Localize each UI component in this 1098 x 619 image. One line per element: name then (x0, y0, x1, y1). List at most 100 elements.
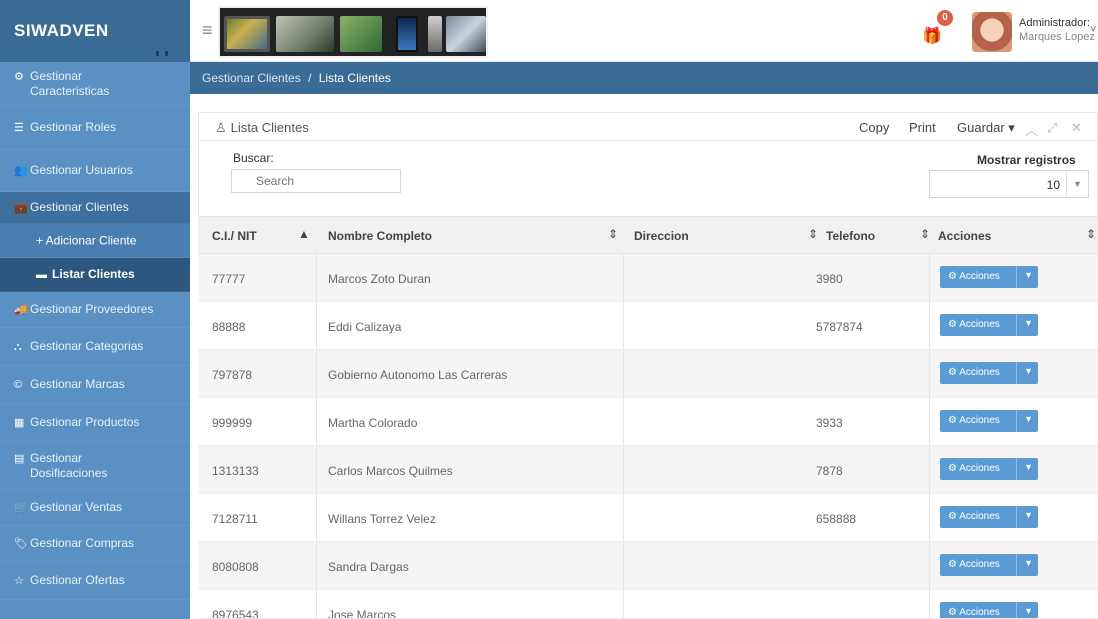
panel-title: ♙ Lista Clientes (215, 120, 309, 136)
acciones-button[interactable]: ⚙ Acciones ▼ (940, 602, 1038, 618)
column-header-direccion[interactable]: Direccion (634, 229, 689, 243)
acciones-label: Acciones (959, 607, 1000, 618)
cell-telefono: 658888 (816, 512, 857, 526)
guardar-dropdown[interactable]: Guardar ▾ (957, 120, 1015, 136)
table-row[interactable]: 77777 Marcos Zoto Duran 3980 ⚙ Acciones ▼ (198, 254, 1098, 302)
breadcrumb-bar: Gestionar Clientes / Lista Clientes (190, 62, 1098, 94)
column-header-acciones[interactable]: Acciones (938, 229, 991, 243)
file-icon: ▤ (14, 452, 25, 465)
gear-icon: ⚙ (948, 463, 960, 474)
user-role[interactable]: Administrador: (1019, 17, 1090, 29)
sidebar-item-usuarios[interactable]: 👥 Gestionar Usuarios (0, 150, 190, 192)
show-records-select[interactable]: 10 ▼ (929, 170, 1089, 198)
breadcrumb: Gestionar Clientes / Lista Clientes (202, 71, 391, 85)
avatar[interactable] (972, 12, 1012, 52)
notification-badge[interactable]: 0 (937, 10, 953, 26)
table-row[interactable]: 797878 Gobierno Autonomo Las Carreras ⚙ … (198, 350, 1098, 398)
sidebar-item-ofertas[interactable]: ☆ Gestionar Ofertas (0, 562, 190, 600)
caret-down-icon[interactable]: ▼ (1024, 366, 1033, 376)
sidebar-item-ventas[interactable]: 🛒 Gestionar Ventas (0, 490, 190, 526)
copy-button[interactable]: Copy (859, 120, 889, 135)
cell-nombre: Jose Marcos (328, 608, 397, 619)
acciones-button[interactable]: ⚙ Acciones ▼ (940, 362, 1038, 384)
sort-icon[interactable]: ⇕ (920, 227, 930, 241)
acciones-button[interactable]: ⚙ Acciones ▼ (940, 410, 1038, 432)
column-header-ci[interactable]: C.I./ NIT (212, 229, 257, 243)
expand-icon[interactable]: ⤢ (1047, 120, 1057, 136)
cell-telefono: 3933 (816, 416, 843, 430)
table-row[interactable]: 1313133 Carlos Marcos Quilmes 7878 ⚙ Acc… (198, 446, 1098, 494)
table-icon: ▬ (36, 268, 47, 281)
caret-down-icon[interactable]: ▼ (1024, 606, 1033, 616)
cell-ci: 88888 (212, 320, 246, 334)
acciones-button[interactable]: ⚙ Acciones ▼ (940, 506, 1038, 528)
sidebar-item-label: Gestionar Ofertas (30, 572, 125, 587)
menu-toggle-icon[interactable]: ≡ (202, 20, 213, 41)
sidebar-item-dosificaciones[interactable]: ▤ Gestionar Dosificaciones (0, 442, 190, 490)
sidebar-item-adicionar-cliente[interactable]: + Adicionar Cliente (0, 224, 190, 258)
sort-asc-icon[interactable]: ▲ (298, 227, 310, 241)
search-input[interactable] (231, 169, 401, 193)
sort-icon[interactable]: ⇕ (1086, 227, 1096, 241)
gear-icon: ⚙ (948, 271, 960, 282)
cell-ci: 7128711 (212, 512, 258, 526)
sidebar-item-proveedores[interactable]: 🚚 Gestionar Proveedores (0, 292, 190, 328)
sort-icon[interactable]: ⇕ (808, 227, 818, 241)
cell-nombre: Gobierno Autonomo Las Carreras (328, 368, 508, 382)
breadcrumb-parent[interactable]: Gestionar Clientes (202, 71, 301, 85)
acciones-button[interactable]: ⚙ Acciones ▼ (940, 314, 1038, 336)
table-row[interactable]: 999999 Martha Colorado 3933 ⚙ Acciones ▼ (198, 398, 1098, 446)
caret-down-icon[interactable]: ▼ (1024, 270, 1033, 280)
caret-down-icon[interactable]: ▼ (1024, 462, 1033, 472)
star-icon: ☆ (14, 574, 24, 587)
print-button[interactable]: Print (909, 120, 936, 135)
cell-nombre: Martha Colorado (328, 416, 418, 430)
sidebar-item-clientes[interactable]: 💼 Gestionar Clientes (0, 192, 190, 224)
cell-nombre: Carlos Marcos Quilmes (328, 464, 453, 478)
top-bar: SIWADVEN ≡ 🎁 0 Administrador: Marques Lo… (0, 0, 1098, 62)
acciones-button[interactable]: ⚙ Acciones ▼ (940, 554, 1038, 576)
chevron-down-icon[interactable]: ˅ (1090, 24, 1096, 36)
table-row[interactable]: 8976543 Jose Marcos ⚙ Acciones ▼ (198, 590, 1098, 619)
brand-logo[interactable]: SIWADVEN (14, 21, 109, 41)
sidebar-item-label: Gestionar Usuarios (30, 162, 133, 177)
cell-nombre: Sandra Dargas (328, 560, 409, 574)
cell-ci: 999999 (212, 416, 253, 430)
sidebar-item-label: Gestionar Caracteristicas (30, 68, 110, 98)
acciones-button[interactable]: ⚙ Acciones ▼ (940, 266, 1038, 288)
sidebar-item-categorias[interactable]: ⛬ Gestionar Categorias (0, 328, 190, 366)
sidebar-item-label: Gestionar Proveedores (30, 301, 154, 316)
acciones-button[interactable]: ⚙ Acciones ▼ (940, 458, 1038, 480)
sidebar-item-productos[interactable]: ▦ Gestionar Productos (0, 404, 190, 442)
sidebar-item-marcas[interactable]: © Gestionar Marcas (0, 366, 190, 404)
cell-telefono: 3980 (816, 272, 843, 286)
column-header-telefono[interactable]: Telefono (826, 229, 875, 243)
gift-icon[interactable]: 🎁 (922, 26, 942, 46)
table-header: C.I./ NIT ▲ Nombre Completo ⇕ Direccion … (198, 216, 1098, 254)
caret-down-icon[interactable]: ▼ (1024, 510, 1033, 520)
caret-down-icon[interactable]: ▼ (1024, 318, 1033, 328)
show-records-value: 10 (1046, 178, 1060, 192)
cell-nombre: Willans Torrez Velez (328, 512, 436, 526)
gear-icon: ⚙ (948, 511, 960, 522)
sidebar-item-label: Gestionar Productos (30, 414, 140, 429)
column-header-nombre[interactable]: Nombre Completo (328, 229, 432, 243)
table-row[interactable]: 7128711 Willans Torrez Velez 658888 ⚙ Ac… (198, 494, 1098, 542)
table-row[interactable]: 88888 Eddi Calizaya 5787874 ⚙ Acciones ▼ (198, 302, 1098, 350)
truck-icon: 🚚 (14, 303, 28, 316)
sort-icon[interactable]: ⇕ (608, 227, 618, 241)
sidebar-item-caracteristicas[interactable]: ⚙ Gestionar Caracteristicas (0, 62, 190, 106)
sidebar-item-compras[interactable]: 🏷 Gestionar Compras (0, 526, 190, 562)
brand-area[interactable]: SIWADVEN (0, 0, 190, 62)
acciones-label: Acciones (959, 271, 1000, 282)
caret-down-icon[interactable]: ▼ (1024, 414, 1033, 424)
caret-down-icon[interactable]: ▼ (1024, 558, 1033, 568)
close-icon[interactable]: ✕ (1071, 120, 1082, 136)
sidebar-item-roles[interactable]: ☰ Gestionar Roles (0, 106, 190, 150)
sidebar-item-listar-clientes[interactable]: ▬ Listar Clientes (0, 258, 190, 292)
cell-ci: 8080808 (212, 560, 259, 574)
breadcrumb-current: Lista Clientes (318, 71, 391, 85)
table-row[interactable]: 8080808 Sandra Dargas ⚙ Acciones ▼ (198, 542, 1098, 590)
user-name[interactable]: Marques Lopez (1019, 31, 1095, 43)
collapse-icon[interactable]: ︿ (1025, 120, 1038, 139)
